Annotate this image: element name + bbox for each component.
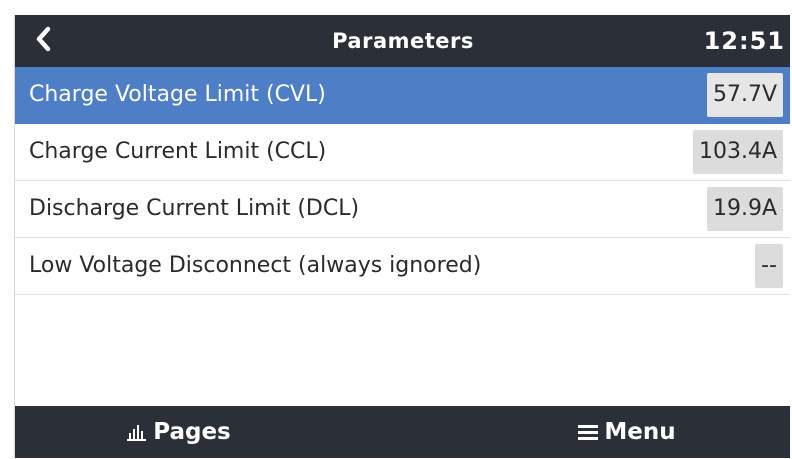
bar-chart-icon (127, 423, 147, 441)
menu-button[interactable]: Menu (403, 406, 790, 458)
list-item-label: Charge Current Limit (CCL) (29, 139, 327, 164)
parameters-screen: Parameters 12:51 Charge Voltage Limit (C… (14, 15, 790, 458)
list-item-value: -- (755, 244, 783, 288)
list-item-label: Low Voltage Disconnect (always ignored) (29, 253, 482, 278)
parameter-list: Charge Voltage Limit (CVL) 57.7V Charge … (15, 67, 790, 295)
pages-button[interactable]: Pages (15, 406, 403, 458)
list-item-value: 57.7V (706, 73, 783, 117)
list-item-ccl[interactable]: Charge Current Limit (CCL) 103.4A (15, 124, 790, 181)
page-title: Parameters (332, 29, 474, 53)
title-bar: Parameters 12:51 (15, 15, 790, 67)
list-item-label: Discharge Current Limit (DCL) (29, 196, 360, 221)
hamburger-icon (578, 423, 599, 441)
menu-label: Menu (604, 419, 676, 445)
list-item-cvl[interactable]: Charge Voltage Limit (CVL) 57.7V (15, 67, 790, 124)
clock: 12:51 (703, 27, 785, 55)
list-item-value: 19.9A (706, 187, 783, 231)
list-item-dcl[interactable]: Discharge Current Limit (DCL) 19.9A (15, 181, 790, 238)
list-item-lvd[interactable]: Low Voltage Disconnect (always ignored) … (15, 238, 790, 295)
list-item-value: 103.4A (692, 130, 783, 174)
bottom-bar: Pages Menu (15, 406, 790, 458)
pages-label: Pages (153, 419, 231, 445)
list-item-label: Charge Voltage Limit (CVL) (29, 82, 326, 107)
